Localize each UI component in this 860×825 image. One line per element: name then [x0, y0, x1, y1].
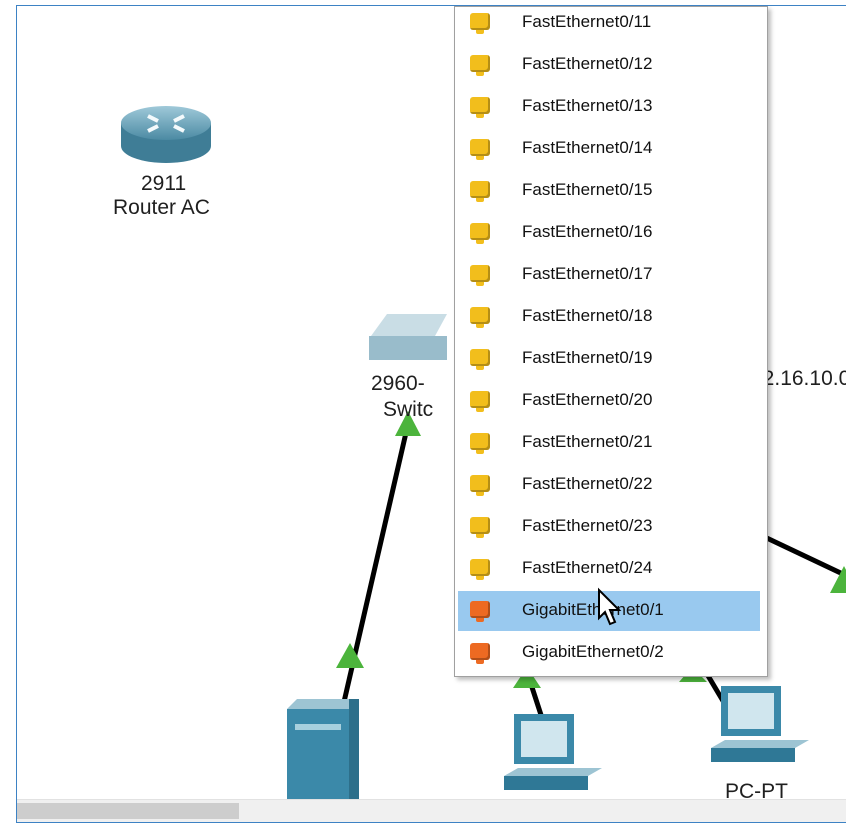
- menu-item-fast-port[interactable]: FastEthernet0/22: [458, 465, 760, 505]
- ethernet-port-icon: [470, 307, 490, 328]
- menu-item-label: GigabitEthernet0/2: [522, 642, 664, 661]
- pc-icon: [711, 686, 809, 762]
- menu-item-fast-port[interactable]: FastEthernet0/24: [458, 549, 760, 589]
- pc-icon[interactable]: [502, 714, 602, 804]
- menu-item-label: FastEthernet0/24: [522, 558, 653, 577]
- menu-item-label: FastEthernet0/12: [522, 54, 653, 73]
- ethernet-port-icon: [470, 55, 490, 76]
- link-switch-server[interactable]: [332, 423, 411, 742]
- pc-device[interactable]: PC-PT: [699, 686, 819, 806]
- mouse-pointer-icon: [598, 587, 622, 626]
- menu-item-fast-port[interactable]: FastEthernet0/23: [458, 507, 760, 547]
- menu-item-label: FastEthernet0/13: [522, 96, 653, 115]
- switch-model-label: 2960-: [371, 372, 425, 395]
- menu-item-label: FastEthernet0/22: [522, 474, 653, 493]
- topology-workspace[interactable]: 2911 Router AC 2960- Switc 72.16.10.0 PC…: [16, 5, 856, 823]
- menu-item-fast-port[interactable]: FastEthernet0/12: [458, 45, 760, 85]
- window-right-margin: [846, 0, 860, 825]
- menu-item-fast-port[interactable]: FastEthernet0/18: [458, 297, 760, 337]
- ethernet-port-icon: [470, 601, 490, 622]
- menu-item-label: FastEthernet0/15: [522, 180, 653, 199]
- ethernet-port-icon: [470, 97, 490, 118]
- switch-name-label: Switc: [383, 398, 434, 421]
- switch-device[interactable]: 2960- Switc: [367, 306, 457, 431]
- ethernet-port-icon: [470, 265, 490, 286]
- menu-item-fast-port[interactable]: FastEthernet0/17: [458, 255, 760, 295]
- menu-item-fast-port[interactable]: FastEthernet0/11: [458, 6, 760, 43]
- server-icon[interactable]: [287, 699, 359, 804]
- ethernet-port-icon: [470, 517, 490, 538]
- ethernet-port-icon: [470, 349, 490, 370]
- menu-item-fast-port[interactable]: FastEthernet0/20: [458, 381, 760, 421]
- ethernet-port-icon: [470, 181, 490, 202]
- menu-item-label: FastEthernet0/20: [522, 390, 653, 409]
- ethernet-port-icon: [470, 13, 490, 34]
- menu-item-label: FastEthernet0/11: [522, 12, 652, 31]
- ethernet-port-icon: [470, 559, 490, 580]
- switch-icon: [369, 314, 447, 360]
- router-icon: [121, 106, 211, 163]
- menu-item-label: FastEthernet0/16: [522, 222, 653, 241]
- router-device[interactable]: 2911 Router AC: [93, 98, 243, 238]
- menu-item-label: FastEthernet0/21: [522, 432, 653, 451]
- ethernet-port-icon: [470, 223, 490, 244]
- ethernet-port-icon: [470, 475, 490, 496]
- scrollbar-thumb[interactable]: [17, 803, 239, 819]
- router-name-label: Router AC: [113, 196, 210, 219]
- router-model-label: 2911: [141, 172, 187, 195]
- menu-item-label: FastEthernet0/14: [522, 138, 653, 157]
- menu-item-gigabit-port[interactable]: GigabitEthernet0/2: [458, 633, 760, 673]
- menu-item-fast-port[interactable]: FastEthernet0/15: [458, 171, 760, 211]
- menu-item-fast-port[interactable]: FastEthernet0/14: [458, 129, 760, 169]
- menu-item-fast-port[interactable]: FastEthernet0/13: [458, 87, 760, 127]
- menu-item-label: FastEthernet0/17: [522, 264, 653, 283]
- menu-item-fast-port[interactable]: FastEthernet0/16: [458, 213, 760, 253]
- ethernet-port-icon: [470, 643, 490, 664]
- ethernet-port-icon: [470, 391, 490, 412]
- horizontal-scrollbar[interactable]: [17, 799, 855, 822]
- menu-item-label: FastEthernet0/23: [522, 516, 653, 535]
- ethernet-port-icon: [470, 433, 490, 454]
- menu-item-label: FastEthernet0/19: [522, 348, 653, 367]
- menu-item-fast-port[interactable]: FastEthernet0/19: [458, 339, 760, 379]
- menu-item-label: FastEthernet0/18: [522, 306, 653, 325]
- link-end-marker: [336, 643, 364, 668]
- port-selection-menu[interactable]: FastEthernet0/11 FastEthernet0/12 FastEthe…: [454, 6, 768, 677]
- ethernet-port-icon: [470, 139, 490, 160]
- menu-item-fast-port[interactable]: FastEthernet0/21: [458, 423, 760, 463]
